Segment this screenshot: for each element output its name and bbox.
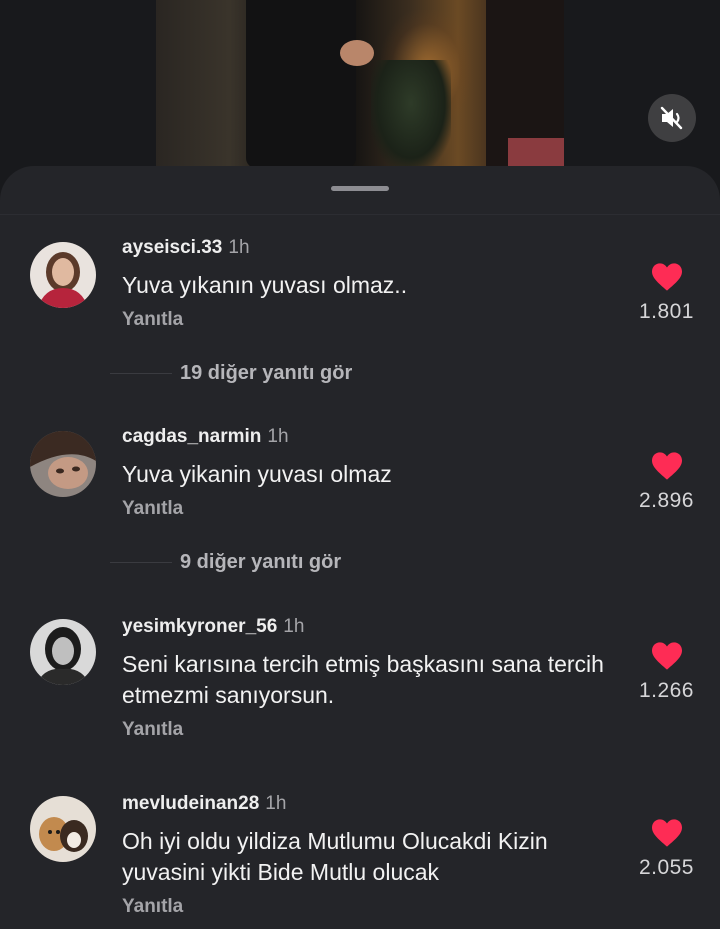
username[interactable]: cagdas_narmin xyxy=(122,426,261,447)
comment-time: 1h xyxy=(267,426,289,447)
video-frame[interactable] xyxy=(156,0,564,168)
replies-line xyxy=(110,372,172,374)
comment-body: cagdas_narmin 1h Yuva yikanin yuvası olma… xyxy=(122,425,622,520)
comment-body: ayseisci.33 1h Yuva yıkanın yuvası olmaz.… xyxy=(122,236,622,331)
reply-button[interactable]: Yanıtla xyxy=(122,498,183,520)
like-group: 1.266 xyxy=(624,641,694,703)
avatar[interactable] xyxy=(30,242,96,308)
speaker-muted-icon xyxy=(660,106,683,130)
view-more-replies-label: 19 diğer yanıtı gör xyxy=(180,361,353,384)
comment-header: mevludeinan28 1h xyxy=(122,792,622,816)
like-group: 2.055 xyxy=(624,818,694,880)
heart-icon[interactable] xyxy=(650,262,684,292)
like-group: 1.801 xyxy=(624,262,694,324)
view-more-replies[interactable]: 9 diğer yanıtı gör xyxy=(110,548,341,576)
avatar[interactable] xyxy=(30,619,96,685)
heart-icon[interactable] xyxy=(650,451,684,481)
username[interactable]: ayseisci.33 xyxy=(122,237,222,258)
comment-text: Seni karısına tercih etmiş başkasını san… xyxy=(122,651,604,708)
comment-body: yesimkyroner_56 1h Seni karısına tercih e… xyxy=(122,615,622,741)
replies-line xyxy=(110,561,172,563)
reply-button[interactable]: Yanıtla xyxy=(122,719,183,741)
video-plant xyxy=(371,60,451,168)
video-red-detail xyxy=(508,138,564,168)
sheet-drag-handle[interactable] xyxy=(331,186,389,191)
comment-text: Oh iyi oldu yildiza Mutlumu Olucakdi Kiz… xyxy=(122,828,548,885)
comment-time: 1h xyxy=(228,237,250,258)
like-count: 1.801 xyxy=(638,300,694,323)
like-count: 2.055 xyxy=(638,856,694,879)
like-count: 1.266 xyxy=(638,679,694,702)
comment-text: Yuva yıkanın yuvası olmaz.. xyxy=(122,272,408,298)
video-hand xyxy=(340,40,374,66)
reply-button[interactable]: Yanıtla xyxy=(122,309,183,331)
comment-time: 1h xyxy=(265,793,287,814)
video-person-left xyxy=(246,0,356,168)
avatar[interactable] xyxy=(30,796,96,862)
comment-body: mevludeinan28 1h Oh iyi oldu yildiza Mutl… xyxy=(122,792,622,918)
like-count: 2.896 xyxy=(638,489,694,512)
username[interactable]: yesimkyroner_56 xyxy=(122,616,277,637)
mute-button[interactable] xyxy=(648,94,696,142)
username[interactable]: mevludeinan28 xyxy=(122,793,259,814)
comment-text: Yuva yikanin yuvası olmaz xyxy=(122,461,392,487)
like-group: 2.896 xyxy=(624,451,694,513)
comment-header: yesimkyroner_56 1h xyxy=(122,615,622,639)
comments-sheet: ayseisci.33 1h Yuva yıkanın yuvası olmaz.… xyxy=(0,166,720,929)
sheet-divider xyxy=(0,214,720,215)
heart-icon[interactable] xyxy=(650,818,684,848)
comment-time: 1h xyxy=(283,616,305,637)
comment-header: ayseisci.33 1h xyxy=(122,236,622,260)
avatar[interactable] xyxy=(30,431,96,497)
reply-button[interactable]: Yanıtla xyxy=(122,896,183,918)
comment-header: cagdas_narmin 1h xyxy=(122,425,622,449)
view-more-replies-label: 9 diğer yanıtı gör xyxy=(180,550,342,573)
heart-icon[interactable] xyxy=(650,641,684,671)
view-more-replies[interactable]: 19 diğer yanıtı gör xyxy=(110,359,352,387)
